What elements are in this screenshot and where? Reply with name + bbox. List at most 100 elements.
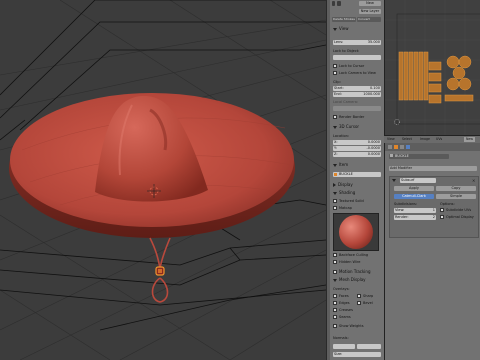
normals-label: Normals: xyxy=(333,336,349,340)
faces-label: Faces xyxy=(339,294,349,298)
catmull-clark-toggle[interactable]: Catmull-Clark xyxy=(394,194,434,199)
clip-start-label: Start: xyxy=(334,86,344,90)
shading-header-label: Shading xyxy=(339,190,356,195)
view-levels-label: View: xyxy=(395,208,405,212)
textured-solid-checkbox[interactable] xyxy=(333,199,337,203)
simple-toggle[interactable]: Simple xyxy=(436,194,476,199)
uv-uvs-menu[interactable]: UVs xyxy=(436,137,442,142)
faces-checkbox[interactable] xyxy=(333,294,337,298)
apply-button[interactable]: Apply xyxy=(394,186,434,191)
cursor-y-field[interactable]: Y: -0.0000 xyxy=(333,146,381,151)
lens-field[interactable]: Lens: 35.000 xyxy=(333,40,381,45)
view-levels-field[interactable]: View: 1 xyxy=(394,208,436,213)
delete-strokes-button[interactable]: Delete Strokes xyxy=(332,17,356,22)
lock-camera-to-view-checkbox[interactable] xyxy=(333,71,337,75)
local-camera-field[interactable] xyxy=(333,106,381,111)
bevel-checkbox[interactable] xyxy=(357,301,361,305)
sharp-label: Sharp xyxy=(363,294,374,298)
uv-image-editor[interactable] xyxy=(384,0,480,135)
uv-islands xyxy=(398,51,474,104)
clip-label: Clip: xyxy=(333,80,341,84)
subdivide-uvs-checkbox[interactable] xyxy=(440,208,444,212)
hidden-wire-checkbox[interactable] xyxy=(333,260,337,264)
motion-tracking-checkbox[interactable] xyxy=(333,270,337,274)
seams-label: Seams xyxy=(339,315,351,319)
show-weights-checkbox[interactable] xyxy=(333,324,337,328)
normals-size-field[interactable]: Size: xyxy=(333,352,381,357)
3d-cursor-section-header[interactable]: 3D Cursor xyxy=(333,124,359,129)
uv-view-menu[interactable]: View xyxy=(387,137,395,142)
object-name-value: BUCKLE xyxy=(395,154,409,158)
pencil-icon[interactable] xyxy=(332,1,335,6)
item-name-field[interactable]: BUCKLE xyxy=(333,172,381,177)
mesh-display-section-header[interactable]: Mesh Display xyxy=(333,277,366,282)
close-icon[interactable]: ✕ xyxy=(472,178,475,183)
new-button[interactable]: New xyxy=(359,1,381,6)
creases-checkbox[interactable] xyxy=(333,308,337,312)
clip-start-field[interactable]: Start: 0.100 xyxy=(333,86,381,91)
backface-culling-label: Backface Culling xyxy=(339,253,369,257)
render-border-checkbox[interactable] xyxy=(333,115,337,119)
lock-camera-to-view-label: Lock Camera to View xyxy=(339,71,376,75)
lock-to-cursor-checkbox[interactable] xyxy=(333,64,337,68)
normals-face-toggle[interactable] xyxy=(357,344,381,349)
motion-tracking-section-header[interactable]: Motion Tracking xyxy=(333,269,370,274)
copy-button[interactable]: Copy xyxy=(436,186,476,191)
render-tab-icon[interactable] xyxy=(388,145,392,149)
expand-arrow-icon xyxy=(333,278,337,282)
cursor-x-field[interactable]: X: 0.0000 xyxy=(333,140,381,145)
cursor-z-label: Z: xyxy=(334,152,338,156)
expand-arrow-icon[interactable] xyxy=(392,179,396,182)
properties-editor: BUCKLE Add Modifier Subsurf ✕ Apply Copy… xyxy=(384,143,480,360)
normals-vertex-toggle[interactable] xyxy=(333,344,355,349)
cursor-y-value: -0.0000 xyxy=(366,146,380,150)
modifier-tab-icon[interactable] xyxy=(406,145,410,149)
modifier-name-value: Subsurf xyxy=(401,178,415,182)
object-name-field[interactable]: BUCKLE xyxy=(389,154,449,159)
seams-checkbox[interactable] xyxy=(333,315,337,319)
new-layer-button[interactable]: New Layer xyxy=(359,9,381,14)
clip-end-field[interactable]: End: 1000.000 xyxy=(333,92,381,97)
render-border-label: Render Border xyxy=(339,115,365,119)
cursor-z-field[interactable]: Z: 0.0000 xyxy=(333,152,381,157)
view-header-label: View xyxy=(339,26,349,31)
view-section-header[interactable]: View xyxy=(333,26,349,31)
edges-label: Edges xyxy=(339,301,350,305)
item-section-header[interactable]: Item xyxy=(333,162,348,167)
matcap-sphere xyxy=(339,215,373,249)
render-levels-value: 2 xyxy=(432,215,435,219)
clip-end-value: 1000.000 xyxy=(363,92,380,96)
normals-size-label: Size: xyxy=(334,352,343,356)
edges-checkbox[interactable] xyxy=(333,301,337,305)
color-swatch-icon[interactable] xyxy=(337,1,341,6)
convert-button[interactable]: Convert xyxy=(357,17,381,22)
add-modifier-dropdown[interactable]: Add Modifier xyxy=(389,166,477,171)
backface-culling-checkbox[interactable] xyxy=(333,253,337,257)
constraint-tab-icon[interactable] xyxy=(400,145,404,149)
sharp-checkbox[interactable] xyxy=(357,294,361,298)
overlays-label: Overlays: xyxy=(333,287,350,291)
matcap-preview[interactable] xyxy=(333,213,379,251)
3d-viewport[interactable] xyxy=(0,0,326,360)
cursor-x-value: 0.0000 xyxy=(367,140,380,144)
object-tab-icon[interactable] xyxy=(394,145,398,149)
item-name-value: BUCKLE xyxy=(339,172,353,176)
cursor-z-value: 0.0000 xyxy=(367,152,380,156)
uv-new-image-button[interactable]: New xyxy=(464,137,475,142)
optimal-display-label: Optimal Display xyxy=(446,215,474,219)
uv-select-menu[interactable]: Select xyxy=(402,137,412,142)
modifier-name-field[interactable]: Subsurf xyxy=(400,178,436,183)
display-section-header[interactable]: Display xyxy=(333,182,353,187)
uv-image-menu[interactable]: Image xyxy=(420,137,430,142)
viewport-scene xyxy=(0,0,326,360)
cursor-header-label: 3D Cursor xyxy=(339,124,360,129)
lock-object-field[interactable] xyxy=(333,55,381,60)
render-levels-field[interactable]: Render: 2 xyxy=(394,215,436,220)
subsurf-modifier-panel: Subsurf ✕ Apply Copy Catmull-Clark Simpl… xyxy=(389,176,479,238)
optimal-display-checkbox[interactable] xyxy=(440,215,444,219)
matcap-checkbox[interactable] xyxy=(333,206,337,210)
shading-section-header[interactable]: Shading xyxy=(333,190,355,195)
cursor-x-label: X: xyxy=(334,140,338,144)
viewport-properties-panel: New New Layer Delete Strokes Convert Vie… xyxy=(326,0,385,360)
location-label: Location: xyxy=(333,134,349,138)
